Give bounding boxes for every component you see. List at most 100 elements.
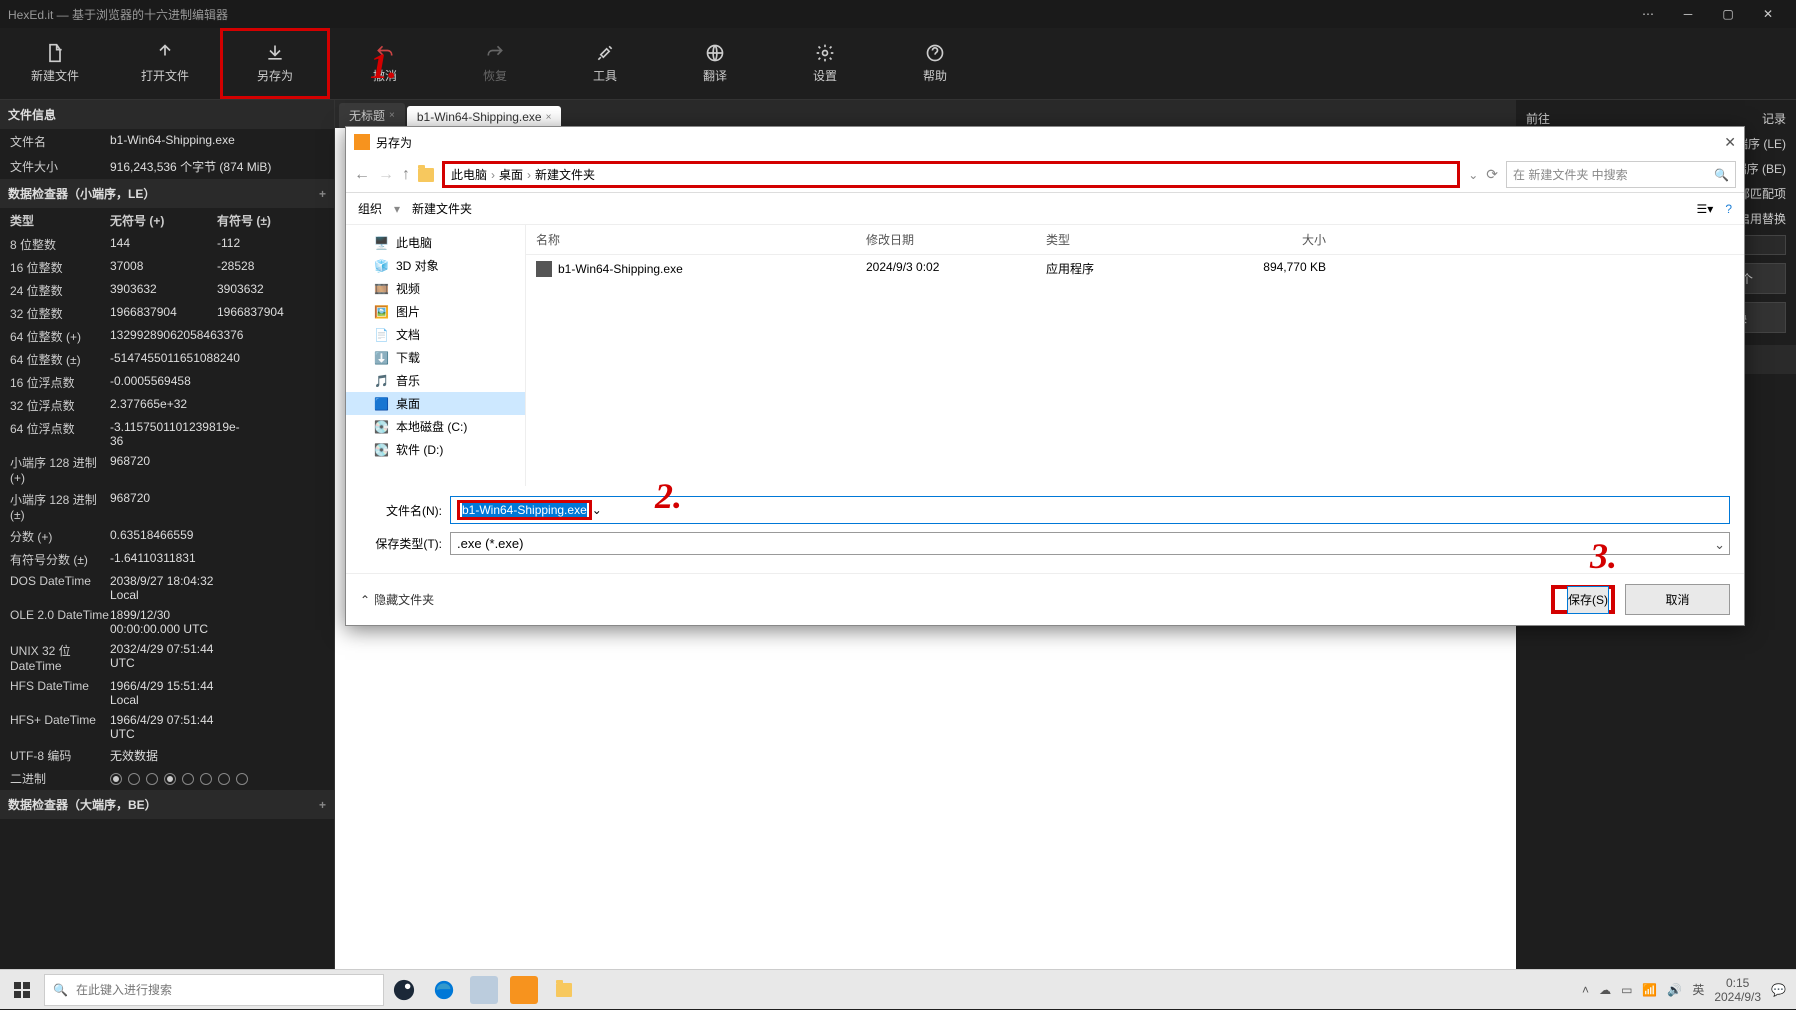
col-type[interactable]: 类型 bbox=[1046, 231, 1206, 248]
volume-icon[interactable]: 🔊 bbox=[1667, 983, 1682, 997]
filesize-label: 文件大小 bbox=[10, 158, 110, 175]
dialog-title: 另存为 bbox=[376, 134, 412, 151]
start-button[interactable] bbox=[0, 970, 44, 1010]
folder-tree[interactable]: 🖥️此电脑🧊3D 对象🎞️视频🖼️图片📄文档⬇️下载🎵音乐🟦桌面💽本地磁盘 (C… bbox=[346, 225, 526, 486]
ime-indicator[interactable]: 英 bbox=[1692, 981, 1704, 998]
inspector-row: 64 位浮点数-3.1157501101239819e-36 bbox=[0, 417, 334, 451]
filename-input[interactable]: b1-Win64-Shipping.exe⌄ bbox=[450, 496, 1730, 524]
tree-item[interactable]: 💽软件 (D:) bbox=[346, 438, 525, 461]
redo-button[interactable]: 恢复 bbox=[440, 28, 550, 99]
tree-item[interactable]: ⬇️下载 bbox=[346, 346, 525, 369]
translate-button[interactable]: 翻译 bbox=[660, 28, 770, 99]
explorer-icon[interactable] bbox=[550, 976, 578, 1004]
exe-icon bbox=[536, 261, 552, 277]
tree-item[interactable]: 🖼️图片 bbox=[346, 300, 525, 323]
inspector-row: 分数 (+)0.63518466559 bbox=[0, 525, 334, 548]
notification-icon[interactable]: 💬 bbox=[1771, 983, 1786, 997]
battery-icon[interactable]: ▭ bbox=[1621, 983, 1632, 997]
help-button[interactable]: 帮助 bbox=[880, 28, 990, 99]
organize-button[interactable]: 组织 bbox=[358, 200, 382, 217]
edge-icon[interactable] bbox=[430, 976, 458, 1004]
dropdown-icon[interactable]: ⌄ bbox=[1714, 537, 1725, 553]
inspector-row: DOS DateTime2038/9/27 18:04:32 Local bbox=[0, 571, 334, 605]
dialog-close-icon[interactable]: ✕ bbox=[1724, 134, 1736, 151]
folder-search-input[interactable]: 在 新建文件夹 中搜索🔍 bbox=[1506, 161, 1736, 188]
settings-button[interactable]: 设置 bbox=[770, 28, 880, 99]
tree-item[interactable]: 💽本地磁盘 (C:) bbox=[346, 415, 525, 438]
breadcrumb[interactable]: 此电脑› 桌面› 新建文件夹 bbox=[442, 161, 1460, 188]
search-icon: 🔍 bbox=[1714, 168, 1729, 182]
tree-item[interactable]: 📄文档 bbox=[346, 323, 525, 346]
steam-icon[interactable] bbox=[390, 976, 418, 1004]
inspector-row: 小端序 128 进制 (±)968720 bbox=[0, 488, 334, 525]
chevron-up-icon[interactable]: ˄ bbox=[1582, 983, 1589, 997]
dropdown-icon[interactable]: ⌄ bbox=[1468, 168, 1478, 182]
taskbar-search-input[interactable]: 🔍在此键入进行搜索 bbox=[44, 974, 384, 1006]
dropdown-icon[interactable]: ⌄ bbox=[592, 503, 602, 517]
add-icon[interactable]: + bbox=[319, 798, 326, 812]
hexedit-taskbar-icon[interactable] bbox=[510, 976, 538, 1004]
col-name[interactable]: 名称 bbox=[536, 231, 866, 248]
tree-item[interactable]: 🎵音乐 bbox=[346, 369, 525, 392]
refresh-icon[interactable]: ⟳ bbox=[1486, 166, 1498, 183]
filesize-value: 916,243,536 个字节 (874 MiB) bbox=[110, 158, 324, 175]
close-tab-icon[interactable]: × bbox=[389, 110, 395, 121]
tab-untitled[interactable]: 无标题× bbox=[339, 103, 405, 128]
binary-row: 二进制 bbox=[0, 767, 334, 790]
inspector-row: 24 位整数39036323903632 bbox=[0, 279, 334, 302]
close-tab-icon[interactable]: × bbox=[546, 112, 552, 123]
inspector-row: 32 位浮点数2.377665e+32 bbox=[0, 394, 334, 417]
more-icon[interactable]: ⋯ bbox=[1628, 0, 1668, 28]
left-panel: 文件信息 文件名b1-Win64-Shipping.exe 文件大小916,24… bbox=[0, 100, 335, 969]
inspector-le-header: 数据检查器（小端序，LE）+ bbox=[0, 179, 334, 208]
inspector-row: 有符号分数 (±)-1.64110311831 bbox=[0, 548, 334, 571]
file-row[interactable]: b1-Win64-Shipping.exe 2024/9/3 0:02 应用程序… bbox=[526, 255, 1744, 282]
goto-label: 前往 bbox=[1526, 110, 1756, 127]
bit-radio[interactable] bbox=[110, 773, 122, 785]
wifi-icon[interactable]: 📶 bbox=[1642, 983, 1657, 997]
new-folder-button[interactable]: 新建文件夹 bbox=[412, 200, 472, 217]
dialog-titlebar: 另存为 ✕ bbox=[346, 127, 1744, 157]
up-icon[interactable]: ↑ bbox=[402, 166, 410, 184]
inspector-row: UTF-8 编码无效数据 bbox=[0, 744, 334, 767]
filename-label: 文件名(N): bbox=[360, 502, 450, 519]
tab-file[interactable]: b1-Win64-Shipping.exe× bbox=[407, 106, 562, 128]
hide-folders-toggle[interactable]: ⌃隐藏文件夹 bbox=[360, 591, 434, 608]
tree-item[interactable]: 🧊3D 对象 bbox=[346, 254, 525, 277]
onedrive-icon[interactable]: ☁ bbox=[1599, 983, 1611, 997]
col-size[interactable]: 大小 bbox=[1206, 231, 1326, 248]
window-titlebar: HexEd.it — 基于浏览器的十六进制编辑器 ⋯ ─ ▢ ✕ bbox=[0, 0, 1796, 28]
windows-taskbar: 🔍在此键入进行搜索 ˄ ☁ ▭ 📶 🔊 英 0:152024/9/3 💬 bbox=[0, 969, 1796, 1009]
maximize-icon[interactable]: ▢ bbox=[1708, 0, 1748, 28]
main-toolbar: 新建文件 打开文件 另存为 撤消 恢复 工具 翻译 设置 帮助 bbox=[0, 28, 1796, 100]
add-icon[interactable]: + bbox=[319, 187, 326, 201]
tree-item[interactable]: 🖥️此电脑 bbox=[346, 231, 525, 254]
save-as-button[interactable]: 另存为 bbox=[220, 28, 330, 99]
view-icon[interactable]: ☰▾ bbox=[1697, 202, 1714, 216]
tree-item[interactable]: 🟦桌面 bbox=[346, 392, 525, 415]
inspector-row: 64 位整数 (±)-5147455011651088240 bbox=[0, 348, 334, 371]
tools-button[interactable]: 工具 bbox=[550, 28, 660, 99]
open-file-button[interactable]: 打开文件 bbox=[110, 28, 220, 99]
col-date[interactable]: 修改日期 bbox=[866, 231, 1046, 248]
forward-icon[interactable]: → bbox=[378, 166, 394, 184]
minimize-icon[interactable]: ─ bbox=[1668, 0, 1708, 28]
clock[interactable]: 0:152024/9/3 bbox=[1714, 976, 1761, 1004]
inspector-row: UNIX 32 位 DateTime2032/4/29 07:51:44 UTC bbox=[0, 639, 334, 676]
new-file-button[interactable]: 新建文件 bbox=[0, 28, 110, 99]
save-button[interactable]: 保存(S) bbox=[1567, 586, 1609, 614]
inspector-row: 小端序 128 进制 (+)968720 bbox=[0, 451, 334, 488]
tree-item[interactable]: 🎞️视频 bbox=[346, 277, 525, 300]
cancel-button[interactable]: 取消 bbox=[1625, 584, 1730, 615]
system-tray[interactable]: ˄ ☁ ▭ 📶 🔊 英 0:152024/9/3 💬 bbox=[1572, 976, 1796, 1004]
inspector-row: HFS DateTime1966/4/29 15:51:44 Local bbox=[0, 676, 334, 710]
close-icon[interactable]: ✕ bbox=[1748, 0, 1788, 28]
savetype-select[interactable]: .exe (*.exe)⌄ bbox=[450, 532, 1730, 555]
task-icon[interactable] bbox=[470, 976, 498, 1004]
history-label[interactable]: 记录 bbox=[1762, 110, 1786, 127]
back-icon[interactable]: ← bbox=[354, 166, 370, 184]
folder-icon bbox=[418, 168, 434, 182]
app-icon bbox=[354, 134, 370, 150]
search-icon: 🔍 bbox=[53, 983, 68, 997]
help-icon[interactable]: ? bbox=[1725, 202, 1732, 216]
